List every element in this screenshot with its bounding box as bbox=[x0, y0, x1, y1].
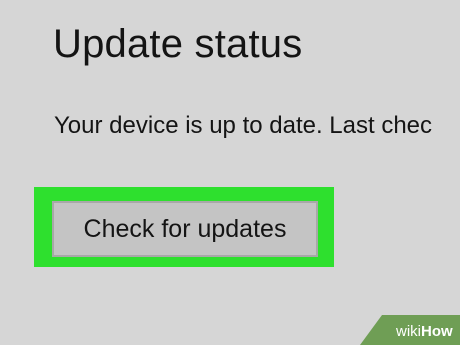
check-for-updates-button[interactable]: Check for updates bbox=[52, 201, 318, 257]
update-status-text: Your device is up to date. Last chec bbox=[54, 112, 433, 139]
page-title: Update status bbox=[53, 22, 303, 66]
svg-text:wikiHow: wikiHow bbox=[395, 323, 453, 340]
update-settings-panel: Update status Your device is up to date.… bbox=[0, 0, 460, 345]
